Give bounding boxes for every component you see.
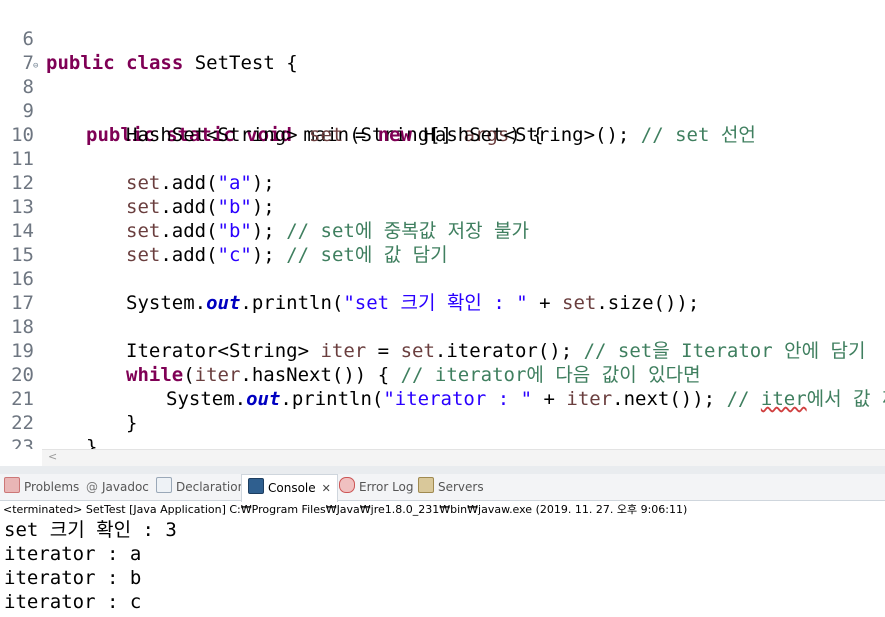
code-line-11[interactable]: 11 set.add("a"); <box>0 123 885 194</box>
tab-javadoc[interactable]: @ Javadoc <box>86 474 149 500</box>
tab-error-log[interactable]: Error Log <box>339 474 414 500</box>
code-line-7[interactable]: 7 <box>0 27 885 74</box>
javadoc-icon: @ <box>86 480 98 494</box>
console-status-line: <terminated> SetTest [Java Application] … <box>3 503 688 516</box>
code-line-17[interactable]: 17 <box>0 267 885 314</box>
tab-label: Javadoc <box>102 480 149 494</box>
code-line-16[interactable]: 16 System.out.println("set 크기 확인 : " + s… <box>0 243 885 314</box>
code-line-15[interactable]: 15 <box>0 219 885 266</box>
horizontal-scrollbar[interactable]: < <box>42 449 885 467</box>
console-line: iterator : c <box>4 591 142 613</box>
tab-label: Declaration <box>176 480 246 494</box>
tab-problems[interactable]: Problems <box>4 474 79 500</box>
code-line-9[interactable]: 9 HashSet<String> set = new HashSet<Stri… <box>0 75 885 146</box>
console-line: set 크기 확인 : 3 <box>4 519 177 541</box>
declaration-icon <box>156 477 172 493</box>
code-line-14[interactable]: 14 set.add("c"); // set에 값 담기 <box>0 195 885 266</box>
console-output[interactable]: set 크기 확인 : 3 iterator : a iterator : b … <box>0 518 885 617</box>
console-line: iterator : b <box>4 567 142 589</box>
code-line-21[interactable]: 21 } <box>0 363 885 434</box>
tab-label: Problems <box>24 480 80 494</box>
code-line-24[interactable]: 24 } <box>0 435 885 449</box>
code-line-12[interactable]: 12 set.add("b"); <box>0 147 885 218</box>
code-line-10[interactable]: 10 <box>0 99 885 146</box>
panel-divider[interactable] <box>0 466 885 474</box>
code-line-19[interactable]: 19 while(iter.hasNext()) { // iterator에 … <box>0 315 885 386</box>
tab-servers[interactable]: Servers <box>418 474 484 500</box>
tab-declaration[interactable]: Declaration <box>156 474 245 500</box>
code-line-22[interactable]: 22 } <box>0 387 885 449</box>
code-line-8[interactable]: 8 ⊖ public static void main(String[] arg… <box>0 51 885 146</box>
code-line-13[interactable]: 13 set.add("b"); // set에 중복값 저장 불가 <box>0 171 885 242</box>
servers-icon <box>418 477 434 493</box>
scroll-left-icon[interactable]: < <box>48 450 57 463</box>
console-line: iterator : a <box>4 543 142 565</box>
code-line-6[interactable]: 6 public class SetTest { <box>0 3 885 74</box>
code-editor[interactable]: 6 public class SetTest { 7 8 ⊖ public st… <box>0 0 885 449</box>
code-line-20[interactable]: 20 System.out.println("iterator : " + it… <box>0 339 885 410</box>
tab-label: Servers <box>438 480 484 494</box>
code-line-23[interactable]: 23 <box>0 411 885 449</box>
close-icon[interactable]: ✕ <box>322 482 331 495</box>
tab-label: Console <box>268 481 316 495</box>
bottom-panel-tabs: Problems @ Javadoc Declaration Console ✕ E… <box>0 474 885 502</box>
tab-label: Error Log <box>359 480 414 494</box>
error-log-icon <box>339 477 355 493</box>
problems-icon <box>4 477 20 493</box>
code-line-18[interactable]: 18 Iterator<String> iter = set.iterator(… <box>0 291 885 362</box>
console-icon <box>248 478 264 494</box>
tab-console[interactable]: Console ✕ <box>241 474 338 502</box>
